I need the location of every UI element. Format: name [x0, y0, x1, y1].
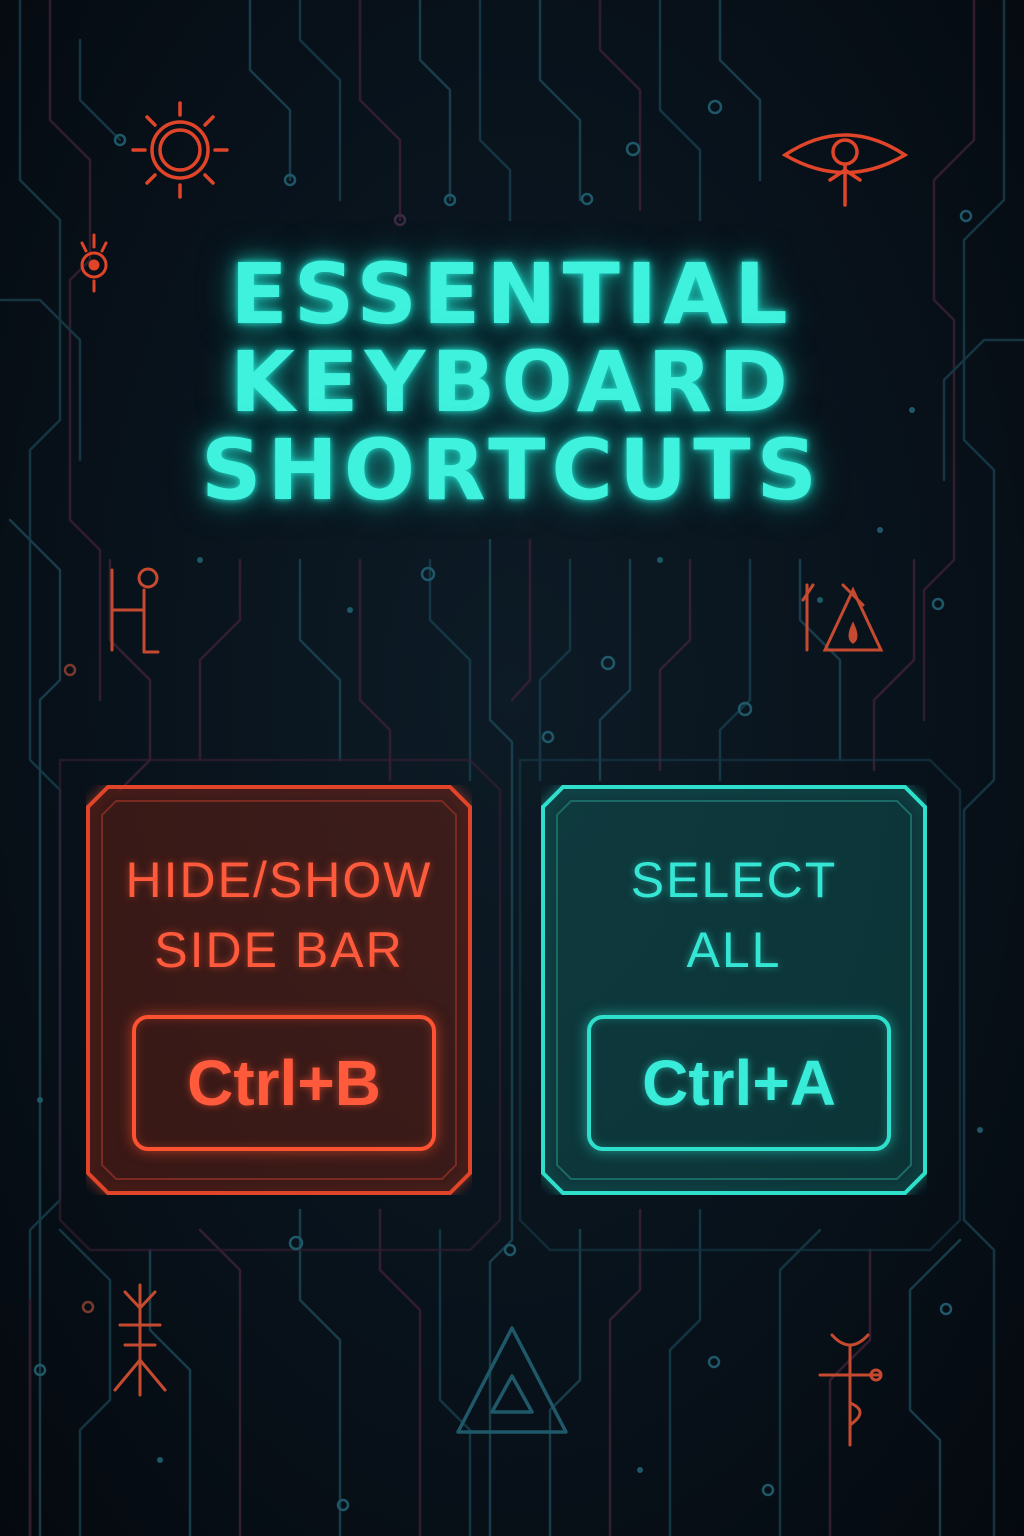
- ctrl-b-keycap: Ctrl+B: [132, 1015, 436, 1151]
- shortcut-card-select-all: SELECT ALL Ctrl+A: [541, 785, 927, 1195]
- branch-rune-icon: [113, 1283, 167, 1397]
- ctrl-a-keycap: Ctrl+A: [587, 1015, 891, 1151]
- tent-rune-icon: [801, 583, 884, 652]
- triangle-glyph-icon: [456, 1326, 568, 1434]
- shortcut-label-line-2: ALL: [686, 922, 782, 978]
- ankh-rune-icon: [818, 1333, 883, 1447]
- shortcut-label: HIDE/SHOW SIDE BAR: [86, 845, 472, 985]
- shortcut-label: SELECT ALL: [541, 845, 927, 985]
- shortcut-label-line-2: SIDE BAR: [154, 922, 404, 978]
- title-line-3: SHORTCUTS: [200, 421, 824, 519]
- page-title: ESSENTIAL KEYBOARD SHORTCUTS: [0, 250, 1024, 514]
- shortcut-label-line-1: HIDE/SHOW: [125, 852, 433, 908]
- poster: ESSENTIAL KEYBOARD SHORTCUTS HIDE/SHOW S…: [0, 0, 1024, 1536]
- title-line-1: ESSENTIAL: [230, 245, 794, 343]
- title-line-2: KEYBOARD: [230, 333, 794, 431]
- shortcut-card-hide-show-sidebar: HIDE/SHOW SIDE BAR Ctrl+B: [86, 785, 472, 1195]
- shortcut-label-line-1: SELECT: [630, 852, 838, 908]
- eye-glyph-icon: [781, 133, 909, 207]
- sun-glyph-icon: [131, 101, 229, 199]
- h-rune-icon: [110, 567, 160, 654]
